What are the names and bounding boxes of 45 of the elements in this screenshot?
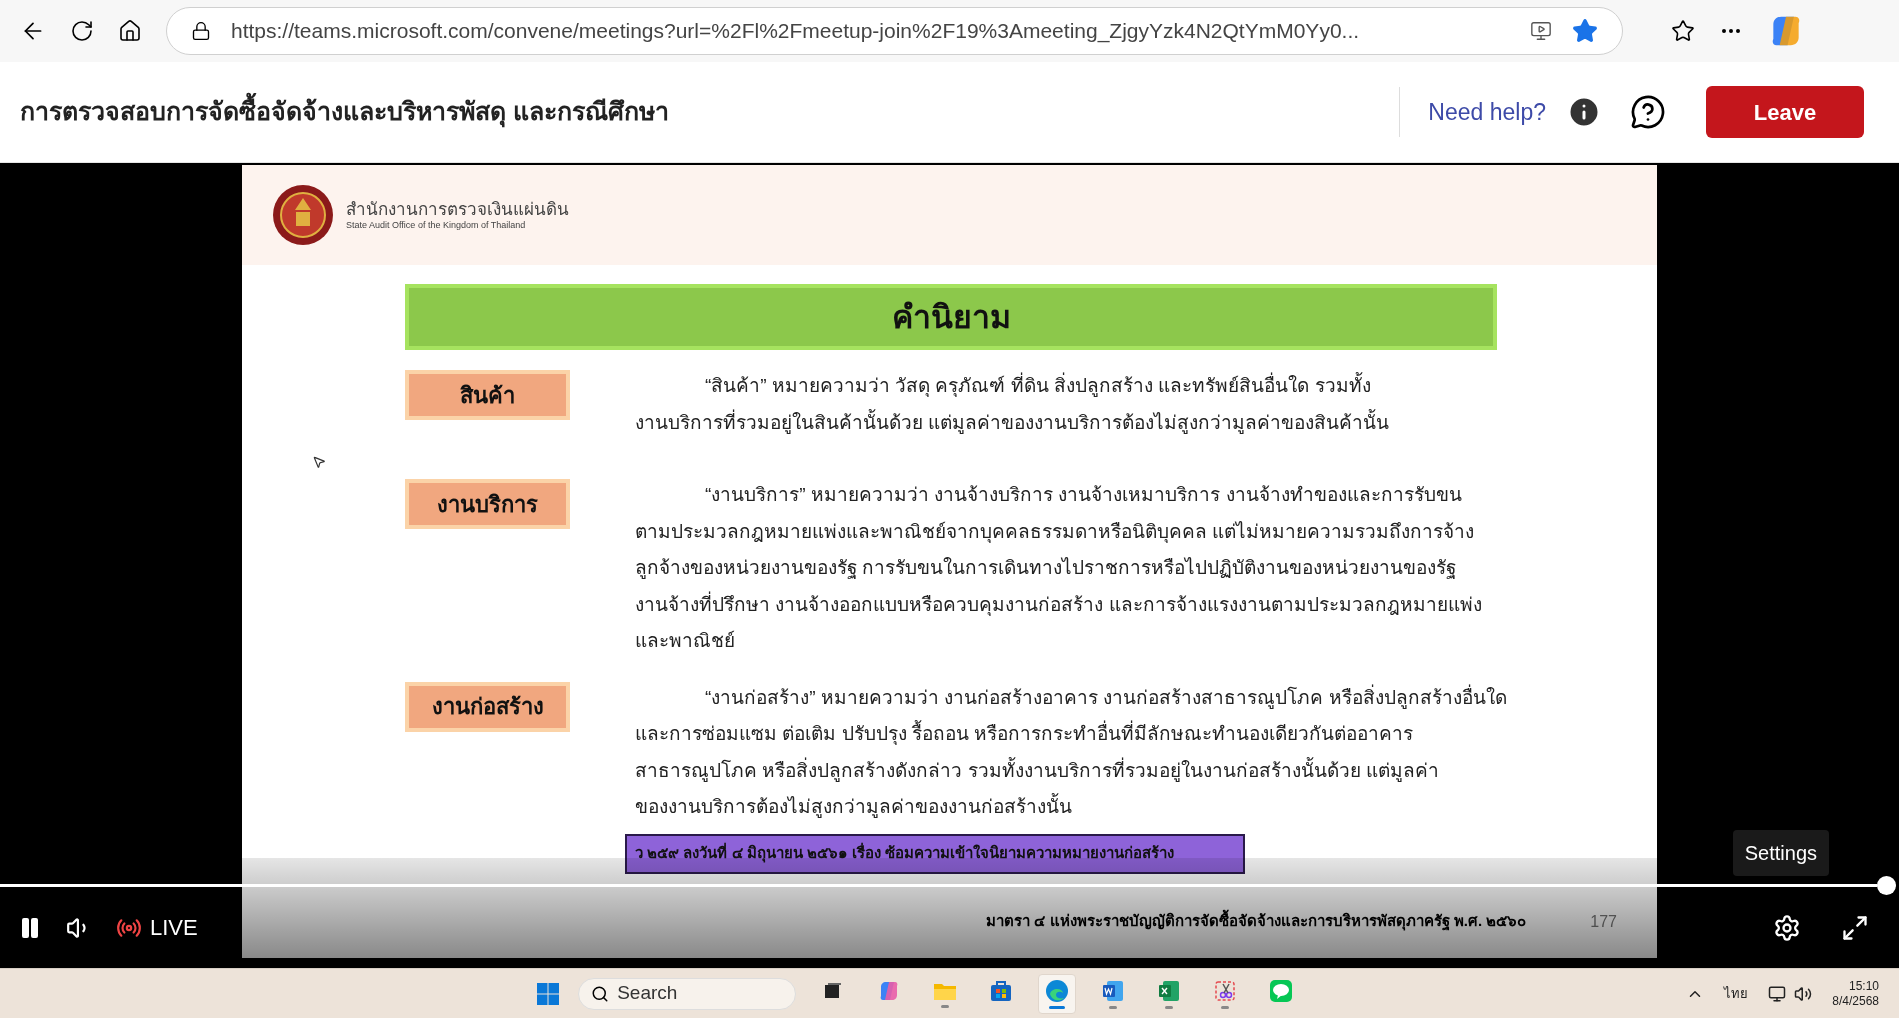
spreadsheet-app-icon	[1157, 978, 1182, 1003]
browser-icon	[1045, 978, 1070, 1003]
progress-slider[interactable]	[0, 876, 1896, 895]
definition-text: “งานบริการ” หมายความว่า งานจ้างบริการ งานจ้างเหมาบริการ งานจ้างทำของและการรับขน ตามประมวลกฎหมายแพ่งและพาณิชย์จากบุคคลธรรมดาหรือนิติบุคคล แต่ไม่หมายความรวมถึงการจ้าง ลูกจ้างของหน่วยงานของรัฐ การรับขนในการเดินทางไปราชการหรือไปปฏิบัติงานของหน่วยงานของรัฐ งานจ้างที่ปรึกษา งานจ้างออกแบบหรือควบคุมงานก่อสร้าง และการจ้างแรงงานตามประมวลกฎหมายแพ่ง และพาณิชย์	[635, 483, 1482, 653]
meeting-title: การตรวจสอบการจัดซื้อจัดจ้างและบริหารพัสดุ และกรณีศึกษา	[20, 93, 1400, 131]
taskbar-search-field[interactable]: Search	[578, 977, 797, 1010]
network-icon[interactable]	[1768, 984, 1787, 1003]
live-label: LIVE	[150, 914, 198, 942]
definition-text: “งานก่อสร้าง” หมายความว่า งานก่อสร้างอาคาร งานก่อสร้างสาธารณูปโภค หรือสิ่งปลูกสร้างอื่นใด และการซ่อมแซม ต่อเติม ปรับปรุง รื้อถอน หรือการกระทำอื่นที่มีลักษณะทำนองเดียวกันต่ออาคาร สาธารณูปโภค หรือสิ่งปลูกสร้างดังกล่าว รวมทั้งงานบริการที่รวมอยู่ในงานก่อสร้างนั้นด้วย แต่มูลค่า ของงานบริการต้องไม่สูงกว่ามูลค่าของงานก่อสร้างนั้น	[635, 683, 1507, 820]
mouse-cursor-icon	[312, 455, 326, 469]
home-icon[interactable]	[118, 19, 142, 43]
slide-page-number: 177	[1590, 911, 1617, 932]
favorites-icon[interactable]	[1671, 19, 1695, 43]
favorite-star-icon[interactable]	[1572, 18, 1598, 44]
leave-button[interactable]: Leave	[1706, 86, 1864, 138]
scissors-icon	[1213, 978, 1238, 1003]
search-icon	[591, 984, 610, 1003]
address-bar[interactable]: https://teams.microsoft.com/convene/meetings?url=%2Fl%2Fmeetup-join%2F19%3Ameeting_ZjgyYzk4N2QtYmM0Yy0...	[166, 7, 1623, 55]
reload-icon[interactable]	[70, 19, 94, 43]
url-text: https://teams.microsoft.com/convene/meetings?url=%2Fl%2Fmeetup-join%2F19%3Ameeting_ZjgyYzk4N2QtYmM0Yy0...	[231, 18, 1361, 45]
seal-emblem-icon	[272, 184, 334, 246]
clock[interactable]: 15:10 8/4/2568	[1832, 978, 1879, 1009]
help-link[interactable]: Need help?	[1428, 94, 1546, 130]
store-icon	[989, 978, 1014, 1003]
app-icon[interactable]	[1530, 20, 1552, 42]
slide-footer-text: มาตรา ๔ แห่งพระราชบัญญัติการจัดซื้อจัดจ้างและการบริหารพัสดุภาครัฐ พ.ศ. ๒๕๖๐	[986, 910, 1527, 933]
settings-tooltip: Settings	[1732, 830, 1829, 876]
language-indicator[interactable]: ไทย	[1724, 983, 1749, 1004]
search-placeholder: Search	[617, 981, 678, 1006]
term-label: งานบริการ	[405, 479, 570, 529]
slide-title-bar: คำนิยาม	[405, 284, 1497, 350]
org-name-english: State Audit Office of the Kingdom of Thailand	[346, 220, 527, 232]
chat-app-icon	[1269, 978, 1294, 1003]
lock-icon	[191, 21, 211, 41]
term-label: งานก่อสร้าง	[405, 681, 570, 732]
fullscreen-icon[interactable]	[1841, 913, 1869, 942]
term-label: สินค้า	[405, 370, 570, 420]
definition-text: “สินค้า” หมายความว่า วัสดุ ครุภัณฑ์ ที่ดิน สิ่งปลูกสร้าง และทรัพย์สินอื่นใด รวมทั้ง งานบริการที่รวมอยู่ในสินค้านั้นด้วย แต่มูลค่าของงานบริการต้องไม่สูงกว่ามูลค่าของสินค้านั้น	[635, 368, 1390, 441]
help-chat-icon[interactable]	[1630, 94, 1666, 130]
speaker-icon[interactable]	[1794, 984, 1813, 1003]
org-name-thai: สำนักงานการตรวจเงินแผ่นดิน	[346, 198, 569, 220]
windows-logo-icon[interactable]	[536, 981, 561, 1006]
reference-note: ว ๒๕๙ ลงวันที่ ๔ มิถุนายน ๒๕๖๑ เรื่อง ซ้อมความเข้าใจนิยามความหมายงานก่อสร้าง	[625, 833, 1245, 874]
document-app-icon	[1101, 978, 1126, 1003]
settings-icon[interactable]	[1773, 913, 1801, 942]
